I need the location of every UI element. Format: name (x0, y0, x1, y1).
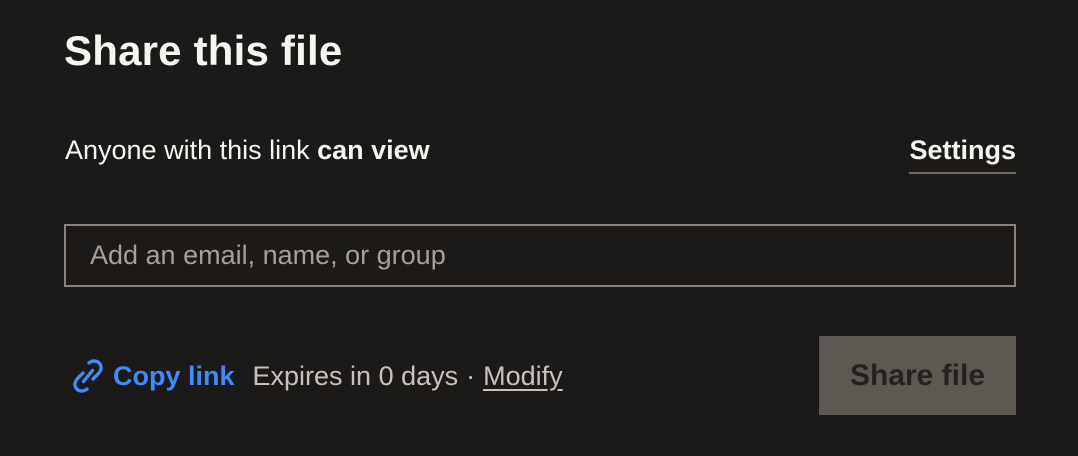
access-row: Anyone with this link can view Settings (65, 134, 1016, 176)
dialog-footer: Copy link Expires in 0 days · Modify Sha… (72, 336, 1016, 415)
link-info: Copy link Expires in 0 days · Modify (72, 358, 563, 394)
link-icon (73, 359, 103, 393)
share-dialog: Share this file Anyone with this link ca… (0, 0, 1078, 456)
access-description: Anyone with this link can view (65, 134, 430, 166)
dialog-title: Share this file (64, 27, 343, 74)
recipient-input[interactable] (66, 226, 1014, 285)
access-permission: can view (317, 135, 430, 165)
separator: · (466, 360, 476, 391)
recipient-field (64, 224, 1016, 287)
access-prefix: Anyone with this link (65, 135, 318, 165)
copy-link-button[interactable]: Copy link (72, 359, 235, 393)
settings-link[interactable]: Settings (909, 134, 1016, 174)
modify-link[interactable]: Modify (483, 361, 563, 392)
share-file-button[interactable]: Share file (819, 336, 1016, 415)
expiry-text: Expires in 0 days (252, 360, 459, 391)
copy-link-label: Copy link (113, 360, 235, 391)
